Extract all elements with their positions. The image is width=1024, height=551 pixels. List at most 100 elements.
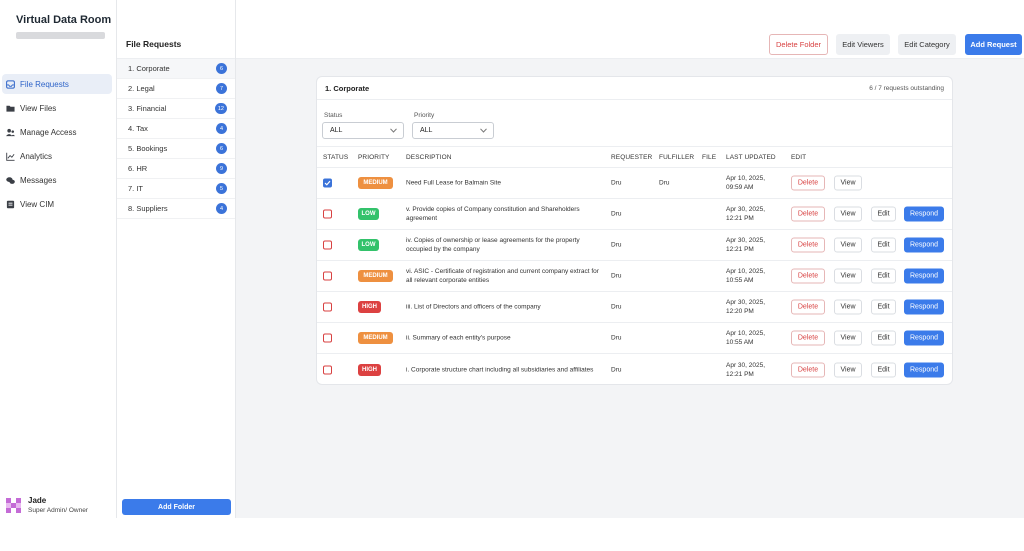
sidebar-item-label: Manage Access <box>20 127 77 137</box>
edit-button[interactable]: Edit <box>871 206 896 222</box>
last-updated: Apr 30, 2025, 12:21 PM <box>726 205 776 223</box>
view-button[interactable]: View <box>834 330 862 346</box>
priority-filter-label: Priority <box>414 112 435 119</box>
delete-button[interactable]: Delete <box>791 237 825 253</box>
edit-button[interactable]: Edit <box>871 362 896 377</box>
status-checkbox[interactable] <box>323 271 332 281</box>
request-description: vi. ASIC - Certificate of registration a… <box>406 268 599 284</box>
last-updated: Apr 10, 2025, 10:55 AM <box>726 267 776 285</box>
view-button[interactable]: View <box>834 175 862 191</box>
sidebar-item-label: Analytics <box>20 151 53 161</box>
status-filter-select[interactable]: ALL <box>322 122 404 139</box>
status-checkbox[interactable] <box>323 209 332 219</box>
delete-button[interactable]: Delete <box>791 175 825 191</box>
delete-folder-button[interactable]: Delete Folder <box>769 34 828 55</box>
last-updated-date: Apr 10, 2025, <box>726 268 766 275</box>
priority-filter-select[interactable]: ALL <box>412 122 494 139</box>
respond-button[interactable]: Respond <box>904 299 944 315</box>
last-updated: Apr 30, 2025, 12:20 PM <box>726 298 776 316</box>
folder-label: 2. Legal <box>128 84 155 93</box>
folder-item[interactable]: 3. Financial 12 <box>117 99 235 119</box>
delete-button[interactable]: Delete <box>791 268 825 284</box>
app-window: Virtual Data Room File Requests View File… <box>0 0 1024 518</box>
edit-button[interactable]: Edit <box>871 299 896 315</box>
delete-button[interactable]: Delete <box>791 206 825 222</box>
respond-button[interactable]: Respond <box>904 330 944 346</box>
folder-item[interactable]: 8. Suppliers 4 <box>117 199 235 219</box>
folder-item[interactable]: 5. Bookings 6 <box>117 139 235 159</box>
sidebar-item-label: View Files <box>20 103 57 113</box>
sidebar-item-manage-access[interactable]: Manage Access <box>2 122 112 142</box>
folder-count-badge: 12 <box>214 103 227 114</box>
folder-item[interactable]: 6. HR 9 <box>117 159 235 179</box>
requester: Dru <box>611 241 622 249</box>
table-body: MEDIUM Need Full Lease for Balmain Site Dr… <box>317 168 952 384</box>
last-updated-date: Apr 30, 2025, <box>726 361 766 369</box>
requests-card: 1. Corporate 6 / 7 requests outstanding … <box>316 76 953 385</box>
status-checkbox[interactable] <box>323 365 332 374</box>
view-button[interactable]: View <box>834 237 862 253</box>
folder-item[interactable]: 2. Legal 7 <box>117 79 235 99</box>
request-description: iv. Copies of ownership or lease agreeme… <box>406 237 580 253</box>
inbox-icon <box>6 79 15 89</box>
folder-item[interactable]: 4. Tax 4 <box>117 119 235 139</box>
requester: Dru <box>611 303 622 311</box>
table-header: STATUS PRIORITY DESCRIPTION REQUESTER FU… <box>317 147 952 168</box>
edit-button[interactable]: Edit <box>871 237 896 253</box>
sidebar-item-view-files[interactable]: View Files <box>2 98 112 118</box>
chart-icon <box>6 152 15 161</box>
outstanding-count: 6 / 7 requests outstanding <box>869 84 944 92</box>
sidebar-item-analytics[interactable]: Analytics <box>2 146 112 166</box>
status-checkbox[interactable] <box>323 302 332 312</box>
view-button[interactable]: View <box>834 299 862 315</box>
respond-button[interactable]: Respond <box>904 268 944 284</box>
folder-count-badge: 6 <box>216 143 227 154</box>
folder-label: 7. IT <box>128 184 144 193</box>
view-button[interactable]: View <box>834 268 862 284</box>
last-updated-time: 12:21 PM <box>726 370 754 378</box>
view-button[interactable]: View <box>834 206 862 222</box>
respond-button[interactable]: Respond <box>904 362 944 377</box>
status-checkbox[interactable] <box>323 178 332 188</box>
respond-button[interactable]: Respond <box>904 206 944 222</box>
add-folder-button[interactable]: Add Folder <box>122 499 231 515</box>
chat-icon <box>6 176 15 185</box>
delete-button[interactable]: Delete <box>791 299 825 315</box>
folder-label: 5. Bookings <box>128 144 168 153</box>
col-fulfiller: FULFILLER <box>659 153 695 161</box>
folder-count-badge: 4 <box>216 123 227 134</box>
sidebar-item-file-requests[interactable]: File Requests <box>2 74 112 94</box>
chevron-down-icon <box>390 128 397 133</box>
add-request-button[interactable]: Add Request <box>965 34 1022 55</box>
status-checkbox[interactable] <box>323 240 332 250</box>
col-description: DESCRIPTION <box>406 153 452 161</box>
table-row: MEDIUM vi. ASIC - Certificate of registra… <box>317 261 952 292</box>
user-profile[interactable]: Jade Super Admin/ Owner <box>6 496 88 514</box>
status-checkbox[interactable] <box>323 333 332 343</box>
user-name: Jade <box>28 496 47 505</box>
delete-button[interactable]: Delete <box>791 330 825 346</box>
avatar <box>6 497 21 513</box>
view-button[interactable]: View <box>834 362 862 377</box>
edit-button[interactable]: Edit <box>871 268 896 284</box>
edit-button[interactable]: Edit <box>871 330 896 346</box>
priority-badge: HIGH <box>358 301 381 313</box>
col-last-updated: LAST UPDATED <box>726 153 776 161</box>
sidebar: Virtual Data Room File Requests View File… <box>0 0 117 518</box>
request-description: v. Provide copies of Company constitutio… <box>406 206 580 222</box>
respond-button[interactable]: Respond <box>904 237 944 253</box>
last-updated-date: Apr 10, 2025, <box>726 175 766 182</box>
edit-category-button[interactable]: Edit Category <box>898 34 956 55</box>
col-file: FILE <box>702 153 717 161</box>
col-status: STATUS <box>323 153 349 161</box>
edit-viewers-button[interactable]: Edit Viewers <box>836 34 890 55</box>
last-updated-date: Apr 30, 2025, <box>726 237 766 244</box>
status-filter-label: Status <box>324 112 343 119</box>
folder-count-badge: 9 <box>216 163 227 174</box>
folder-item[interactable]: 7. IT 5 <box>117 179 235 199</box>
folder-item[interactable]: 1. Corporate 6 <box>117 59 235 79</box>
last-updated: Apr 30, 2025, 12:21 PM <box>726 236 776 254</box>
sidebar-item-messages[interactable]: Messages <box>2 170 112 190</box>
delete-button[interactable]: Delete <box>791 362 825 377</box>
sidebar-item-view-cim[interactable]: View CIM <box>2 194 112 214</box>
